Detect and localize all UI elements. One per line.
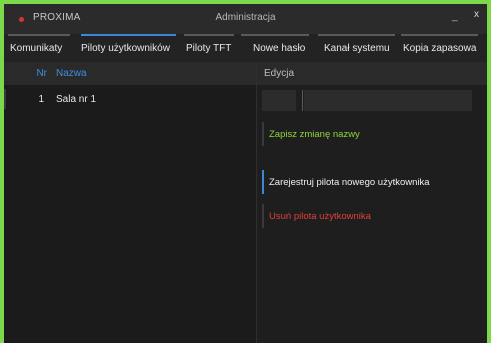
admin-window: PROXIMA Administracja _ x Komunikaty Pil… bbox=[4, 4, 487, 343]
list-header: Nr Nazwa bbox=[4, 62, 256, 85]
remote-list: 1 Sala nr 1 bbox=[4, 85, 256, 343]
window-title: Administracja bbox=[215, 12, 276, 23]
edit-title: Edycja bbox=[264, 68, 295, 79]
tab-kanal-systemu[interactable]: Kanał systemu bbox=[324, 34, 390, 62]
close-button[interactable]: x bbox=[474, 9, 479, 20]
tab-nowe-haslo[interactable]: Nowe hasło bbox=[253, 34, 305, 62]
row-name: Sala nr 1 bbox=[56, 94, 97, 105]
field-separator bbox=[302, 90, 303, 111]
save-bar bbox=[262, 122, 264, 146]
title-bar[interactable]: PROXIMA Administracja _ x bbox=[4, 4, 487, 34]
save-name-label: Zapisz zmianę nazwy bbox=[269, 129, 360, 140]
column-header-name[interactable]: Nazwa bbox=[56, 68, 87, 79]
delete-bar bbox=[262, 204, 264, 228]
row-nr: 1 bbox=[38, 94, 44, 105]
column-header-nr[interactable]: Nr bbox=[4, 68, 47, 79]
list-row[interactable]: 1 Sala nr 1 bbox=[4, 89, 256, 109]
nr-field[interactable] bbox=[262, 90, 296, 111]
name-input[interactable] bbox=[304, 90, 472, 111]
tab-kopia-zapasowa[interactable]: Kopia zapasowa bbox=[403, 34, 476, 62]
tab-piloty-tft[interactable]: Piloty TFT bbox=[186, 34, 231, 62]
tab-komunikaty[interactable]: Komunikaty bbox=[10, 34, 62, 62]
edit-panel: Zapisz zmianę nazwy Zarejestruj pilota n… bbox=[257, 85, 487, 343]
minimize-button[interactable]: _ bbox=[452, 11, 458, 22]
register-remote-label: Zarejestruj pilota nowego użytkownika bbox=[269, 177, 430, 188]
register-bar bbox=[262, 170, 264, 194]
delete-remote-label: Usuń pilota użytkownika bbox=[269, 211, 371, 222]
edit-header: Edycja bbox=[257, 62, 487, 85]
tab-bar: Komunikaty Piloty użytkowników Piloty TF… bbox=[4, 34, 487, 62]
tab-piloty-uzytkownikow[interactable]: Piloty użytkowników bbox=[81, 34, 170, 62]
